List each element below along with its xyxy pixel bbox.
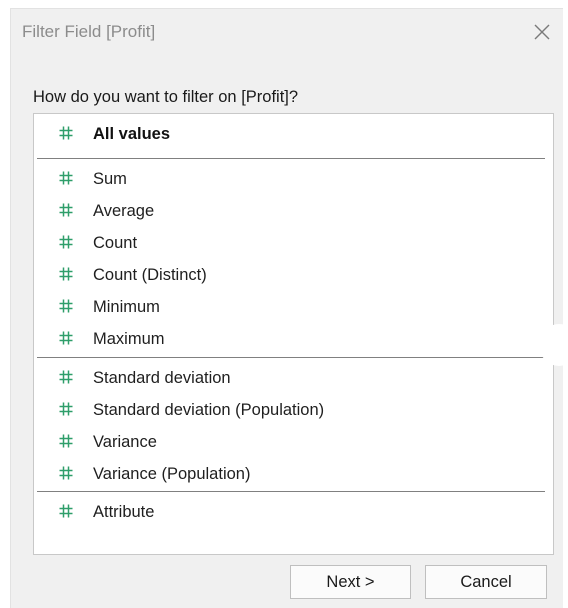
option-label: Attribute	[93, 503, 155, 521]
measure-hash-icon	[58, 503, 74, 519]
measure-hash-icon	[58, 298, 74, 314]
option-variance[interactable]: Variance	[34, 428, 553, 460]
option-count[interactable]: Count	[34, 229, 553, 261]
dialog-title: Filter Field [Profit]	[22, 22, 156, 41]
option-label: Count (Distinct)	[93, 266, 207, 284]
option-label: Sum	[93, 170, 127, 188]
option-attribute[interactable]: Attribute	[34, 498, 553, 530]
measure-hash-icon	[58, 465, 74, 481]
option-label: Standard deviation (Population)	[93, 401, 325, 419]
option-sum[interactable]: Sum	[34, 165, 553, 197]
filter-field-dialog: Filter Field [Profit] How do you want to…	[10, 8, 563, 608]
option-label: Minimum	[93, 298, 160, 316]
filter-prompt: How do you want to filter on [Profit]?	[33, 88, 299, 106]
measure-hash-icon	[58, 125, 74, 141]
option-label: Variance	[93, 433, 157, 451]
option-maximum[interactable]: Maximum	[34, 325, 553, 357]
cancel-button[interactable]: Cancel	[425, 565, 547, 599]
list-divider	[37, 357, 545, 358]
option-label: All values	[93, 125, 171, 143]
option-minimum[interactable]: Minimum	[34, 293, 553, 325]
list-divider	[37, 491, 545, 492]
measure-hash-icon	[58, 330, 74, 346]
measure-hash-icon	[58, 401, 74, 417]
option-label: Count	[93, 234, 138, 252]
next-button[interactable]: Next >	[290, 565, 411, 599]
title-bar: Filter Field [Profit]	[11, 9, 563, 55]
measure-hash-icon	[58, 369, 74, 385]
measure-hash-icon	[58, 234, 74, 250]
list-divider	[37, 158, 545, 159]
option-standard-deviation[interactable]: Standard deviation	[34, 364, 553, 396]
measure-hash-icon	[58, 170, 74, 186]
option-label: Standard deviation	[93, 369, 231, 387]
option-count-distinct[interactable]: Count (Distinct)	[34, 261, 553, 293]
option-all-values[interactable]: All values	[34, 120, 553, 152]
measure-hash-icon	[58, 202, 74, 218]
option-standard-deviation-population[interactable]: Standard deviation (Population)	[34, 396, 553, 428]
option-average[interactable]: Average	[34, 197, 553, 229]
option-label: Variance (Population)	[93, 465, 251, 483]
measure-hash-icon	[58, 433, 74, 449]
measure-hash-icon	[58, 266, 74, 282]
close-icon[interactable]	[533, 23, 551, 41]
option-variance-population[interactable]: Variance (Population)	[34, 460, 553, 492]
option-label: Average	[93, 202, 155, 220]
option-label: Maximum	[93, 330, 165, 348]
aggregation-list: All values Sum Average Count Count (Dist…	[33, 113, 554, 555]
